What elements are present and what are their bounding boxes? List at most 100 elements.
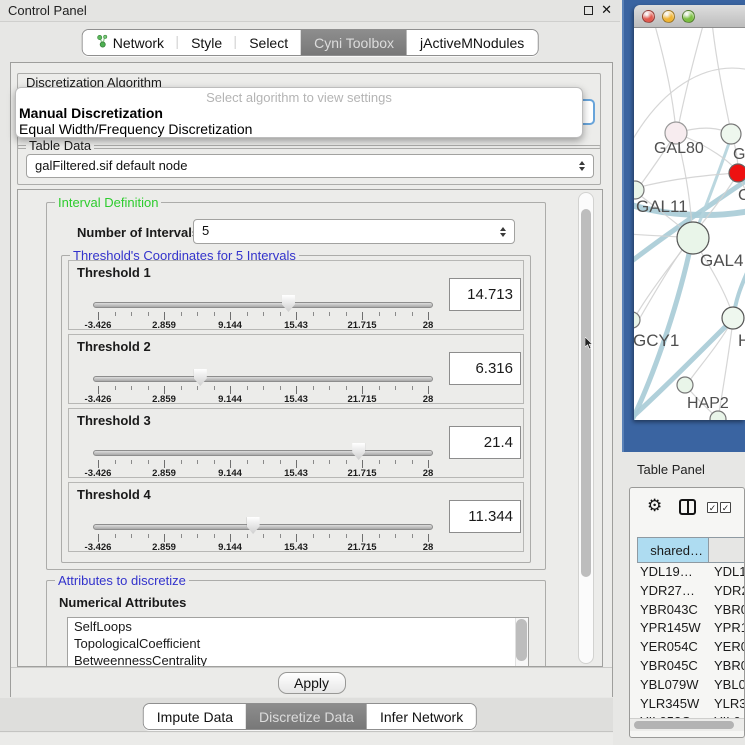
cell-shared-name: YBR043C xyxy=(637,601,708,620)
dropdown-option-manual-discretization[interactable]: Manual Discretization xyxy=(16,105,582,121)
slider-thumb[interactable] xyxy=(352,443,365,460)
network-node-c[interactable] xyxy=(729,164,745,182)
threshold-panel: Threshold 4-3.4262.8599.14415.4321.71528… xyxy=(68,482,524,552)
tick-mark xyxy=(115,534,116,538)
tick-label: 28 xyxy=(423,320,434,331)
tick-mark xyxy=(296,312,297,320)
list-scrollbar-thumb[interactable] xyxy=(516,619,527,661)
top-tab-bar: Network Style SelectCyni ToolboxjActiveMNo… xyxy=(82,29,539,56)
tab-cyni-toolbox[interactable]: Cyni Toolbox xyxy=(301,30,407,55)
number-of-intervals-value: 5 xyxy=(202,223,209,238)
tab-style[interactable]: Style xyxy=(178,30,235,55)
numerical-attributes-list[interactable]: SelfLoopsTopologicalCoefficientBetweenne… xyxy=(67,617,529,667)
table-row[interactable]: YBR045CYBR0 xyxy=(637,657,745,676)
tab-select[interactable]: Select xyxy=(236,30,301,55)
tick-label: 28 xyxy=(423,468,434,479)
node-label: GAL4 xyxy=(700,251,743,270)
float-window-icon[interactable] xyxy=(584,6,593,15)
tab-discretize-data[interactable]: Discretize Data xyxy=(246,704,367,729)
list-scrollbar-track[interactable] xyxy=(515,618,528,667)
table-panel-title: Table Panel xyxy=(637,462,705,477)
tick-mark xyxy=(280,534,281,538)
cell-name: YBR0 xyxy=(708,657,745,676)
dropdown-option-equal-width-frequency-discretization[interactable]: Equal Width/Frequency Discretization xyxy=(16,121,582,137)
tab-infer-network[interactable]: Infer Network xyxy=(367,704,476,729)
tick-mark xyxy=(181,312,182,316)
tick-label: -3.426 xyxy=(85,394,112,405)
network-node-gcy1[interactable] xyxy=(634,312,640,328)
threshold-value-field[interactable]: 14.713 xyxy=(449,278,521,311)
checkbox-checked-icon[interactable]: ✓ xyxy=(707,502,718,513)
table-row[interactable]: YDL19…YDL1 xyxy=(637,563,745,582)
thresholds-list: Threshold 1-3.4262.8599.14415.4321.71528… xyxy=(62,260,530,552)
slider-thumb[interactable] xyxy=(194,369,207,386)
threshold-value-field[interactable]: 11.344 xyxy=(449,500,521,533)
list-item[interactable]: SelfLoops xyxy=(68,618,528,635)
cell-shared-name: YBR045C xyxy=(637,657,708,676)
checkbox-checked-icon[interactable]: ✓ xyxy=(720,502,731,513)
table-row[interactable]: YER054CYER0 xyxy=(637,638,745,657)
table-row[interactable]: YBR043CYBR0 xyxy=(637,601,745,620)
table-data-combobox[interactable]: galFiltered.sif default node xyxy=(26,154,594,178)
tick-mark xyxy=(115,460,116,464)
horizontal-scrollbar-thumb[interactable] xyxy=(634,721,734,729)
network-node-g[interactable] xyxy=(721,124,741,144)
network-node-unnamed[interactable] xyxy=(710,411,726,420)
network-edge[interactable] xyxy=(678,28,704,128)
panel-scrollbar-track[interactable] xyxy=(578,192,594,664)
table-row[interactable]: YLR345WYLR3 xyxy=(637,695,745,714)
tick-mark xyxy=(362,312,363,320)
tick-label: -3.426 xyxy=(85,468,112,479)
table-row[interactable]: YBL079WYBL0 xyxy=(637,676,745,695)
spinner-arrows-icon xyxy=(579,161,585,171)
threshold-value-field[interactable]: 21.4 xyxy=(449,426,521,459)
tick-label: 15.43 xyxy=(284,468,308,479)
zoom-traffic-light-icon[interactable] xyxy=(682,10,695,23)
network-node-gal4[interactable] xyxy=(677,222,709,254)
tab-label: Style xyxy=(191,35,222,51)
split-view-icon[interactable] xyxy=(679,499,696,515)
tick-mark xyxy=(131,386,132,390)
table-row[interactable]: YDR27…YDR2 xyxy=(637,582,745,601)
tab-label: Network xyxy=(113,35,164,51)
mouse-cursor xyxy=(585,337,594,350)
slider-scale: -3.4262.8599.14415.4321.71528 xyxy=(98,409,428,479)
network-edge[interactable] xyxy=(654,28,676,131)
tick-label: 15.43 xyxy=(284,394,308,405)
node-label: C xyxy=(738,187,745,204)
tick-label: 15.43 xyxy=(284,542,308,553)
tick-label: 9.144 xyxy=(218,542,242,553)
tab-network[interactable]: Network xyxy=(83,30,177,55)
tab-jactivemnodules[interactable]: jActiveMNodules xyxy=(407,30,537,55)
tick-mark xyxy=(379,534,380,538)
apply-button[interactable]: Apply xyxy=(278,672,346,694)
table-row[interactable]: YPR145WYPR1 xyxy=(637,619,745,638)
gear-icon[interactable]: ⚙ xyxy=(647,496,662,516)
tick-mark xyxy=(313,460,314,464)
minimize-traffic-light-icon[interactable] xyxy=(662,10,675,23)
list-item[interactable]: TopologicalCoefficient xyxy=(68,635,528,652)
cell-name: YPR1 xyxy=(708,619,745,638)
tab-impute-data[interactable]: Impute Data xyxy=(144,704,246,729)
horizontal-scrollbar-track[interactable] xyxy=(630,718,744,731)
number-of-intervals-combobox[interactable]: 5 xyxy=(193,219,515,244)
network-node-h[interactable] xyxy=(722,307,744,329)
list-item[interactable]: BetweennessCentrality xyxy=(68,652,528,667)
network-edge[interactable] xyxy=(712,28,731,132)
slider-thumb[interactable] xyxy=(282,295,295,312)
network-canvas[interactable]: GAL80GACGAL11GAL4GCY1HHAP2 xyxy=(634,28,745,420)
tick-label: 9.144 xyxy=(218,320,242,331)
slider-thumb[interactable] xyxy=(247,517,260,534)
close-icon[interactable]: ✕ xyxy=(601,2,612,18)
screen: Control Panel ✕ NetworkStyleSelectCyni T… xyxy=(0,0,745,745)
column-header-shared-name[interactable]: shared… xyxy=(637,537,708,563)
panel-scrollbar-thumb[interactable] xyxy=(581,209,591,577)
tick-mark xyxy=(214,460,215,464)
threshold-value-field[interactable]: 6.316 xyxy=(449,352,521,385)
close-traffic-light-icon[interactable] xyxy=(642,10,655,23)
tick-mark xyxy=(428,460,429,468)
tick-mark xyxy=(164,312,165,320)
column-header-name[interactable]: name xyxy=(708,537,745,563)
network-node-hap2[interactable] xyxy=(677,377,693,393)
tick-mark xyxy=(412,460,413,464)
